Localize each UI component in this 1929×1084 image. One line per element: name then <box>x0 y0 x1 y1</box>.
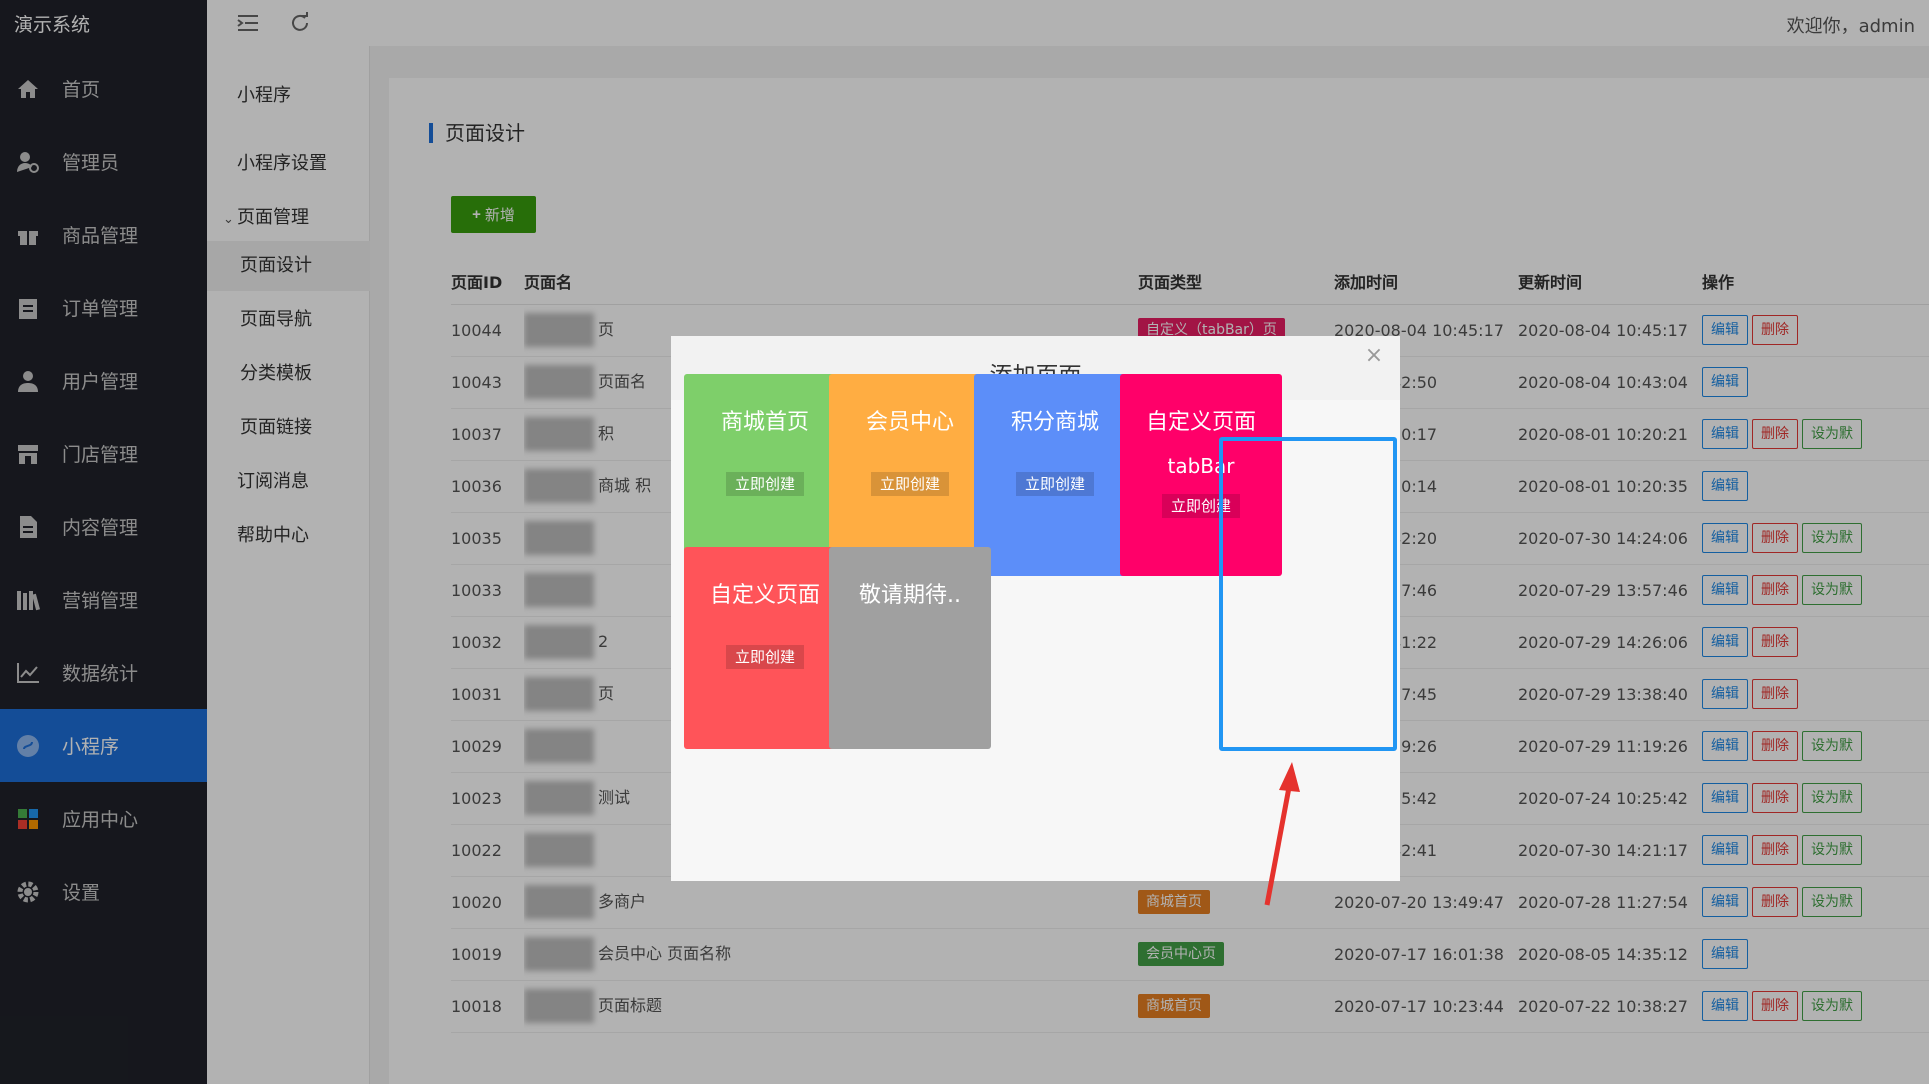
create-now-button[interactable]: 立即创建 <box>1015 472 1094 496</box>
highlight-box <box>1219 437 1397 751</box>
page-type-card[interactable]: 商城首页 立即创建 <box>684 374 846 576</box>
page-type-card[interactable]: 敬请期待.. <box>829 547 991 749</box>
close-icon[interactable]: × <box>1362 344 1386 368</box>
create-now-button[interactable]: 立即创建 <box>725 645 804 669</box>
annotation-arrow-icon <box>1264 762 1300 906</box>
page-type-card[interactable]: 积分商城 立即创建 <box>974 374 1136 576</box>
page-type-card[interactable]: 自定义页面 立即创建 <box>684 547 846 749</box>
card-title: 自定义页面 <box>1145 410 1256 435</box>
card-title: 敬请期待.. <box>859 583 961 608</box>
card-title: 积分商城 <box>1010 410 1099 435</box>
card-title: 商城首页 <box>720 410 809 435</box>
card-title: 自定义页面 <box>709 583 820 608</box>
create-now-button[interactable]: 立即创建 <box>870 472 949 496</box>
create-now-button[interactable]: 立即创建 <box>725 472 804 496</box>
card-title: 会员中心 <box>865 410 954 435</box>
page-type-card[interactable]: 会员中心 立即创建 <box>829 374 991 576</box>
